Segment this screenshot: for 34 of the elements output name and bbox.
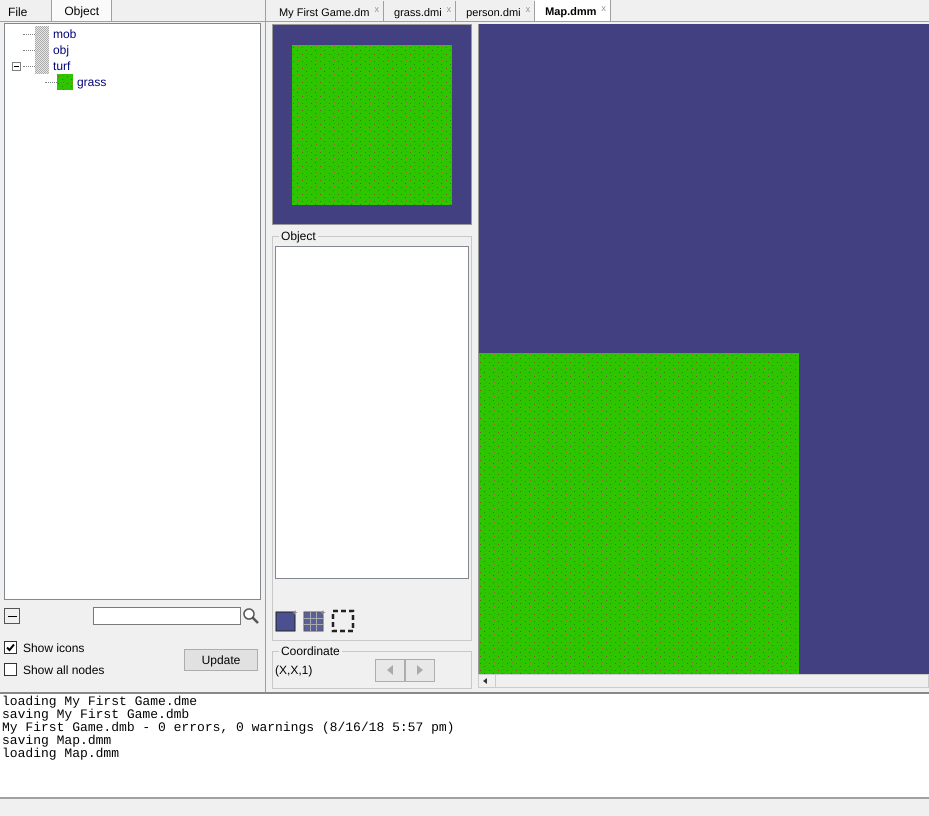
console-line: loading My First Game.dme bbox=[2, 695, 198, 708]
left-arrow-icon bbox=[387, 665, 393, 675]
checkbox-label: Show icons bbox=[23, 640, 84, 656]
grass-icon bbox=[57, 74, 73, 90]
search-field[interactable] bbox=[93, 607, 241, 625]
console-line: saving My First Game.dmb bbox=[2, 708, 190, 721]
tile-grid-icon[interactable] bbox=[303, 609, 327, 633]
update-button[interactable]: Update bbox=[184, 649, 258, 671]
placeholder-icon bbox=[35, 42, 49, 58]
console-line: loading Map.dmm bbox=[2, 747, 120, 760]
checkbox[interactable] bbox=[4, 641, 17, 654]
panel-tab[interactable]: File bbox=[0, 2, 36, 21]
right-arrow-icon bbox=[417, 665, 423, 675]
checkbox-label: Show all nodes bbox=[23, 662, 104, 678]
placeholder-icon bbox=[35, 26, 49, 42]
coordinate-value: (X,X,1) bbox=[275, 662, 312, 679]
horizontal-scrollbar[interactable] bbox=[478, 674, 929, 688]
group-title: Object bbox=[279, 229, 318, 243]
document-tab[interactable]: Map.dmm x bbox=[535, 0, 611, 21]
console-line: My First Game.dmb - 0 errors, 0 warnings (8/16/18 5:57 pm) bbox=[2, 721, 454, 734]
collapse-icon[interactable] bbox=[12, 62, 20, 70]
tree-item[interactable]: obj bbox=[53, 42, 70, 58]
collapse-all-button[interactable] bbox=[4, 608, 20, 624]
tree-item[interactable]: grass bbox=[77, 74, 106, 90]
tree-item[interactable]: turf bbox=[53, 58, 70, 74]
tree-item[interactable]: mob bbox=[53, 26, 76, 42]
placeholder-icon bbox=[35, 58, 49, 74]
console-line: saving Map.dmm bbox=[2, 734, 112, 747]
panel-tab[interactable]: Object bbox=[51, 0, 112, 21]
checkbox[interactable] bbox=[4, 663, 17, 676]
group-title: Coordinate bbox=[279, 644, 342, 658]
search-icon[interactable] bbox=[241, 606, 261, 626]
select-region-icon[interactable] bbox=[331, 609, 355, 633]
single-tile-icon[interactable] bbox=[275, 609, 299, 633]
